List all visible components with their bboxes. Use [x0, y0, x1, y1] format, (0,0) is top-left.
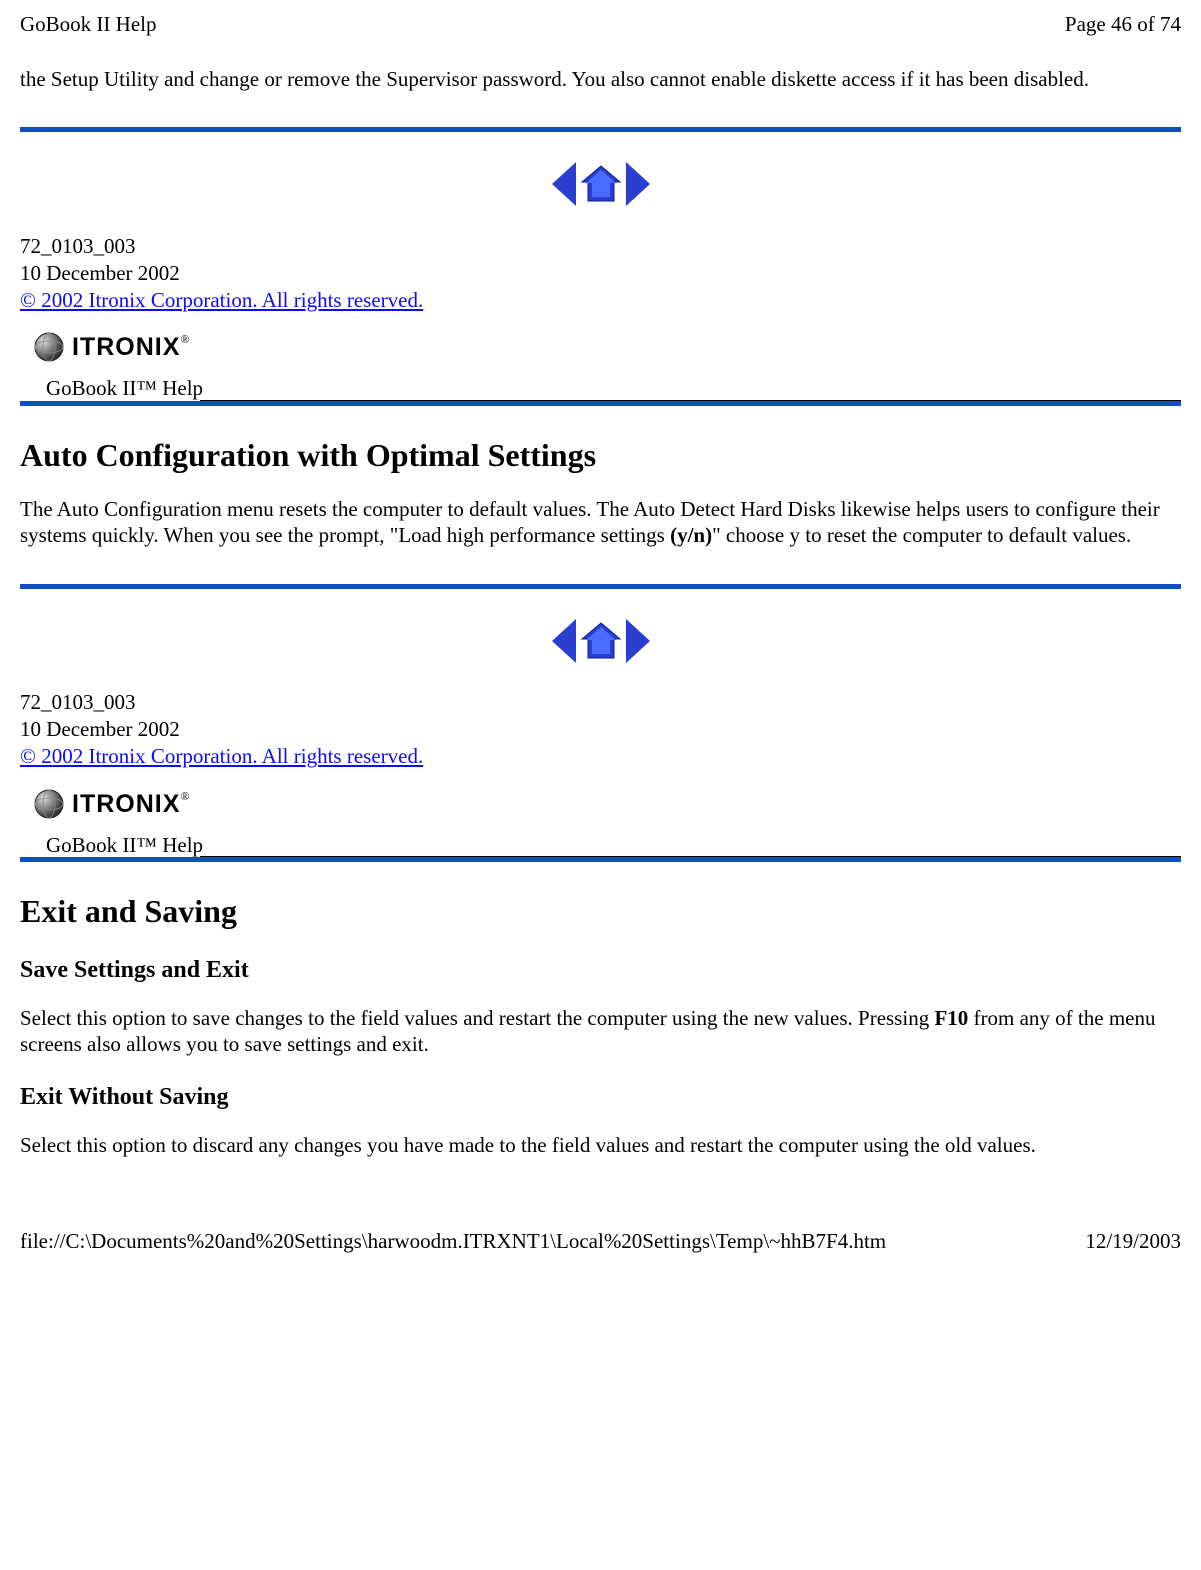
product-label: GoBook II™ Help: [46, 376, 1181, 401]
section-divider: [20, 127, 1181, 132]
section-title-auto-config: Auto Configuration with Optimal Settings: [20, 436, 1181, 474]
logo-text: ITRONIX®: [72, 789, 190, 819]
copyright-link[interactable]: © 2002 Itronix Corporation. All rights r…: [20, 288, 423, 312]
logo-block-2: ITRONIX®: [34, 789, 1181, 819]
next-arrow-icon[interactable]: [626, 162, 650, 206]
section-title-exit-saving: Exit and Saving: [20, 892, 1181, 930]
page-header: GoBook II Help Page 46 of 74: [20, 12, 1181, 37]
logo-block: ITRONIX®: [34, 332, 1181, 362]
prev-arrow-icon[interactable]: [552, 619, 576, 663]
page-footer: file://C:\Documents%20and%20Settings\har…: [20, 1229, 1181, 1254]
next-arrow-icon[interactable]: [626, 619, 650, 663]
footer-path: file://C:\Documents%20and%20Settings\har…: [20, 1229, 886, 1254]
home-icon[interactable]: [580, 620, 622, 662]
logo-text: ITRONIX®: [72, 332, 190, 362]
doc-meta-block-2: 72_0103_003 10 December 2002 © 2002 Itro…: [20, 689, 1181, 771]
prev-arrow-icon[interactable]: [552, 162, 576, 206]
subsection-save-settings: Save Settings and Exit: [20, 956, 1181, 985]
copyright-link[interactable]: © 2002 Itronix Corporation. All rights r…: [20, 744, 423, 768]
doc-meta-block: 72_0103_003 10 December 2002 © 2002 Itro…: [20, 233, 1181, 315]
doc-date: 10 December 2002: [20, 260, 1181, 287]
doc-id: 72_0103_003: [20, 689, 1181, 716]
subsection-exit-without-saving-text: Select this option to discard any change…: [20, 1132, 1181, 1158]
section-divider: [20, 584, 1181, 589]
nav-bar-2: [20, 619, 1181, 669]
nav-bar: [20, 162, 1181, 212]
doc-date: 10 December 2002: [20, 716, 1181, 743]
footer-date: 12/19/2003: [1085, 1229, 1181, 1254]
header-page-info: Page 46 of 74: [1065, 12, 1181, 37]
doc-id: 72_0103_003: [20, 233, 1181, 260]
section1-body: The Auto Configuration menu resets the c…: [20, 496, 1181, 549]
intro-text: the Setup Utility and change or remove t…: [20, 67, 1181, 92]
product-label-2: GoBook II™ Help: [46, 833, 1181, 858]
globe-icon: [34, 789, 64, 819]
subsection-save-settings-text: Select this option to save changes to th…: [20, 1005, 1181, 1058]
globe-icon: [34, 332, 64, 362]
subsection-exit-without-saving: Exit Without Saving: [20, 1083, 1181, 1112]
header-title: GoBook II Help: [20, 12, 156, 37]
home-icon[interactable]: [580, 163, 622, 205]
